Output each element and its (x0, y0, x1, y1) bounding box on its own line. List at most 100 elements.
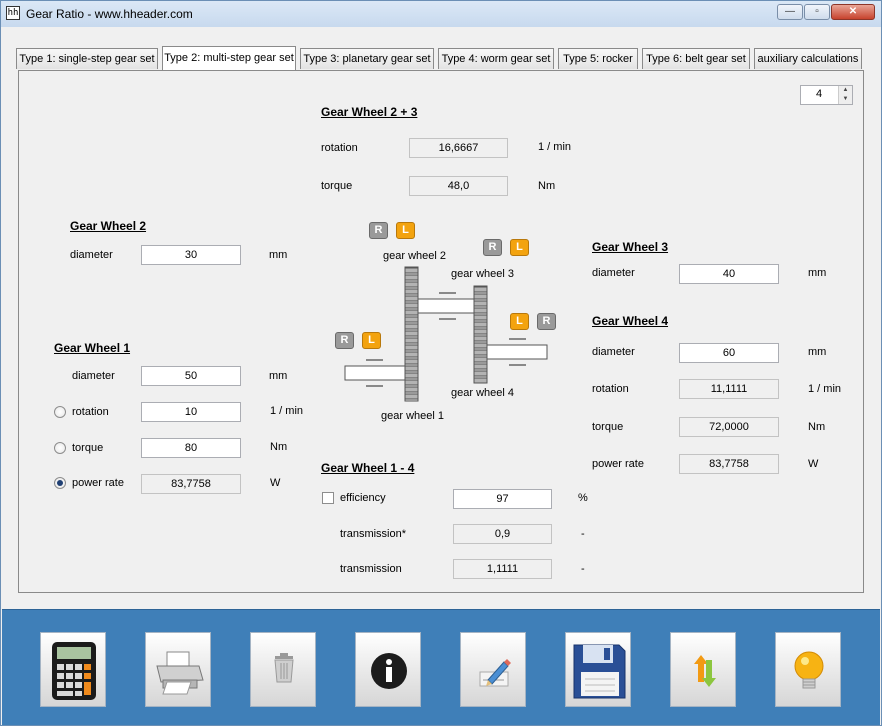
gw2-diameter-input[interactable]: 30 (141, 245, 241, 265)
lightbulb-icon (794, 651, 824, 689)
save-button[interactable] (565, 632, 631, 707)
gear-tooth (404, 330, 419, 337)
maximize-button[interactable]: ▫ (804, 4, 830, 20)
efficiency-checkbox[interactable] (322, 492, 334, 504)
gear-tooth (404, 281, 419, 288)
gear-wheel-1-label: gear wheel 1 (381, 410, 444, 422)
gear-wheel-4-label: gear wheel 4 (451, 387, 514, 399)
gear-tooth (473, 307, 488, 314)
gw4-diameter-label: diameter (592, 346, 635, 358)
tab-type5[interactable]: Type 5: rocker (558, 48, 638, 69)
swap-button[interactable] (670, 632, 736, 707)
gw1-rotation-label: rotation (72, 406, 109, 418)
gear-tooth (473, 377, 488, 384)
gear-tooth (404, 351, 419, 358)
gw4-power-unit: W (808, 458, 819, 470)
gw2-diameter-unit: mm (269, 249, 288, 261)
transmission-star-unit: - (581, 528, 585, 540)
gw23-title: Gear Wheel 2 + 3 (321, 105, 418, 119)
gear-train-diagram (344, 266, 548, 402)
gear-tooth (473, 335, 488, 342)
efficiency-unit: % (578, 492, 588, 504)
gw23-rotation-field: 16,6667 (409, 138, 508, 158)
gear-tooth (404, 323, 419, 330)
gw1-torque-radio[interactable] (54, 442, 66, 454)
gw1-diameter-input[interactable]: 50 (141, 366, 241, 386)
swap-icon (694, 655, 716, 687)
gw1-power-radio[interactable] (54, 477, 66, 489)
gear-tooth (404, 316, 419, 323)
tab-panel: 4 ▲ ▼ Gear Wheel 2 + 3 rotation 16,6667 … (18, 70, 864, 593)
gw2-rotation-right-badge[interactable]: R (369, 222, 388, 239)
gw2-rotation-left-badge[interactable]: L (396, 222, 415, 239)
tab-type6[interactable]: Type 6: belt gear set (642, 48, 750, 69)
gw1-power-label: power rate (72, 477, 124, 489)
info-button[interactable] (355, 632, 421, 707)
gw1-torque-label: torque (72, 442, 104, 454)
gear-tooth (404, 337, 419, 344)
gw1-diameter-label: diameter (72, 370, 115, 382)
minimize-button[interactable]: — (777, 4, 803, 20)
gw4-title: Gear Wheel 4 (592, 314, 669, 328)
gw3-rotation-right-badge[interactable]: R (483, 239, 502, 256)
gear-tooth (404, 295, 419, 302)
gw4-diameter-input[interactable]: 60 (679, 343, 779, 363)
gw1-rotation-input[interactable]: 10 (141, 402, 241, 422)
gw3-rotation-left-badge[interactable]: L (510, 239, 529, 256)
gw3-diameter-unit: mm (808, 267, 827, 279)
gw1-torque-input[interactable]: 80 (141, 438, 241, 458)
tab-auxiliary[interactable]: auxiliary calculations (754, 48, 862, 69)
delete-button[interactable] (250, 632, 316, 707)
spinner-up-icon[interactable]: ▲ (838, 86, 852, 95)
info-icon (371, 653, 407, 689)
gear-tooth (404, 372, 419, 379)
edit-icon (479, 659, 511, 687)
gear-tooth (404, 365, 419, 372)
gw4-torque-label: torque (592, 421, 624, 433)
calculate-button[interactable] (40, 632, 106, 707)
gear-tooth (473, 286, 488, 293)
gear-tooth (404, 267, 419, 274)
gw1-title: Gear Wheel 1 (54, 341, 131, 355)
transmission-field: 1,1111 (453, 559, 552, 579)
gw1-rotation-radio[interactable] (54, 406, 66, 418)
gw4-torque-unit: Nm (808, 421, 826, 433)
hh-icon: hh (6, 6, 20, 20)
gw14-title: Gear Wheel 1 - 4 (321, 461, 415, 475)
gear-tooth (404, 358, 419, 365)
tips-button[interactable] (775, 632, 841, 707)
gear-tooth (473, 363, 488, 370)
edit-button[interactable] (460, 632, 526, 707)
gear-tooth (473, 321, 488, 328)
efficiency-label: efficiency (340, 492, 386, 504)
tab-type2[interactable]: Type 2: multi-step gear set (162, 46, 296, 70)
print-button[interactable] (145, 632, 211, 707)
gear-tooth (473, 370, 488, 377)
spinner-down-icon[interactable]: ▼ (838, 95, 852, 104)
gear-tooth (473, 342, 488, 349)
gear-count-spinner[interactable]: 4 ▲ ▼ (800, 85, 853, 105)
gw23-torque-field: 48,0 (409, 176, 508, 196)
title-bar: hh Gear Ratio - www.hheader.com — ▫ ✕ (1, 1, 881, 27)
gw1-power-field: 83,7758 (141, 474, 241, 494)
gw2-title: Gear Wheel 2 (70, 219, 147, 233)
gw1-rotation-unit: 1 / min (270, 405, 304, 417)
gear-tooth (473, 328, 488, 335)
gw23-rotation-label: rotation (321, 142, 358, 154)
tab-type4[interactable]: Type 4: worm gear set (438, 48, 554, 69)
close-button[interactable]: ✕ (831, 4, 875, 20)
tab-type3[interactable]: Type 3: planetary gear set (300, 48, 434, 69)
gw4-rotation-unit: 1 / min (808, 383, 842, 395)
tab-type1[interactable]: Type 1: single-step gear set (16, 48, 158, 69)
gear-tooth (404, 344, 419, 351)
gw3-diameter-label: diameter (592, 267, 635, 279)
gw4-diameter-unit: mm (808, 346, 827, 358)
gw23-torque-label: torque (321, 180, 353, 192)
gear-tooth (404, 274, 419, 281)
gear-tooth (473, 356, 488, 363)
gear-tooth (473, 314, 488, 321)
gw1-torque-unit: Nm (270, 441, 288, 453)
efficiency-input[interactable]: 97 (453, 489, 552, 509)
gw3-diameter-input[interactable]: 40 (679, 264, 779, 284)
gear-tooth (473, 293, 488, 300)
